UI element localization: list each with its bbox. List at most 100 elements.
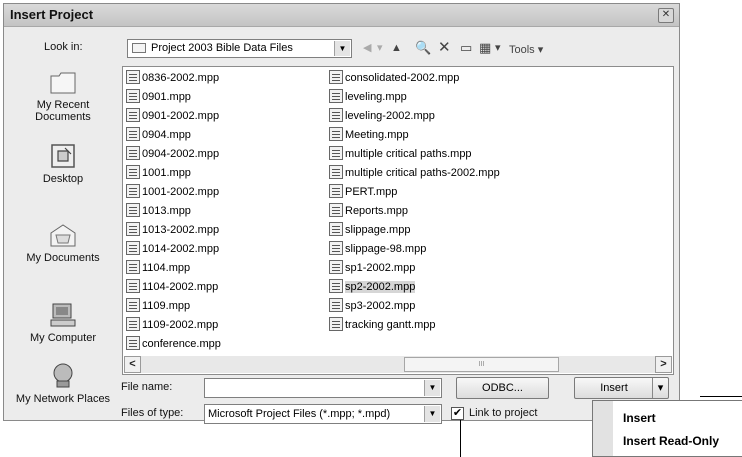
callout-line [460, 420, 461, 457]
file-item[interactable]: 1109.mpp [126, 297, 190, 316]
delete-icon[interactable]: ✕ [438, 40, 451, 56]
file-item[interactable]: 0904-2002.mpp [126, 145, 219, 164]
project-file-icon [126, 146, 140, 160]
new-folder-icon[interactable]: ▭ [460, 40, 472, 56]
callout-line [700, 396, 742, 397]
file-item[interactable]: 1109-2002.mpp [126, 316, 218, 335]
file-item[interactable]: PERT.mpp [329, 183, 397, 202]
scrollbar-thumb[interactable]: III [404, 357, 559, 372]
file-item[interactable]: slippage-98.mpp [329, 240, 426, 259]
project-file-icon [329, 279, 343, 293]
project-file-icon [126, 108, 140, 122]
network-places-icon [53, 363, 73, 388]
look-in-label: Look in: [44, 41, 83, 53]
chevron-down-icon[interactable]: ▼ [334, 41, 350, 56]
file-item[interactable]: Reports.mpp [329, 202, 408, 221]
insert-options-menu: Insert Insert Read-Only [592, 400, 742, 457]
link-to-project-checkbox[interactable]: ✔ [451, 407, 464, 420]
file-item[interactable]: leveling.mpp [329, 88, 407, 107]
file-item[interactable]: sp1-2002.mpp [329, 259, 415, 278]
scroll-left-button[interactable]: < [124, 356, 141, 373]
desktop-icon [51, 144, 75, 168]
file-item[interactable]: Meeting.mpp [329, 126, 409, 145]
insert-dropdown-arrow[interactable]: ▾ [652, 378, 668, 398]
project-file-icon [126, 184, 140, 198]
scroll-right-button[interactable]: > [655, 356, 672, 373]
place-desktop[interactable]: Desktop [13, 142, 113, 185]
places-bar: My Recent Documents Desktop My Documents… [13, 66, 113, 421]
file-item[interactable]: 0836-2002.mpp [126, 69, 219, 88]
file-item[interactable]: 0901.mpp [126, 88, 191, 107]
my-computer-icon [50, 303, 76, 327]
file-item[interactable]: 0904.mpp [126, 126, 191, 145]
my-documents-icon [50, 224, 76, 247]
project-file-icon [329, 184, 343, 198]
file-item[interactable]: 1014-2002.mpp [126, 240, 219, 259]
file-item[interactable]: multiple critical paths.mpp [329, 145, 472, 164]
project-file-icon [126, 317, 140, 331]
project-file-icon [126, 165, 140, 179]
project-file-icon [329, 241, 343, 255]
views-icon[interactable]: ▦ [479, 40, 491, 56]
menu-item-insert-read-only[interactable]: Insert Read-Only [623, 434, 719, 448]
file-item[interactable]: 1013.mpp [126, 202, 191, 221]
menu-icon-strip [593, 401, 613, 456]
file-item-selected[interactable]: sp2-2002.mpp [329, 278, 416, 297]
project-file-icon [329, 222, 343, 236]
project-file-icon [126, 260, 140, 274]
files-of-type-dropdown[interactable]: Microsoft Project Files (*.mpp; *.mpd) ▼ [204, 404, 442, 424]
file-item[interactable]: conference.mpp [126, 335, 221, 354]
project-file-icon [329, 165, 343, 179]
link-to-project-label[interactable]: Link to project [469, 407, 537, 419]
look-in-dropdown[interactable]: Project 2003 Bible Data Files ▼ [127, 39, 352, 58]
project-file-icon [126, 89, 140, 103]
file-item[interactable]: 0901-2002.mpp [126, 107, 219, 126]
horizontal-scrollbar[interactable]: < III > [124, 356, 672, 373]
insert-button-label[interactable]: Insert [575, 378, 653, 398]
project-file-icon [126, 203, 140, 217]
project-file-icon [329, 317, 343, 331]
project-file-icon [329, 108, 343, 122]
file-item[interactable]: sp3-2002.mpp [329, 297, 415, 316]
file-item[interactable]: 1001-2002.mpp [126, 183, 219, 202]
file-name-input[interactable]: ▼ [204, 378, 442, 398]
project-file-icon [126, 336, 140, 350]
back-icon[interactable]: ◀ [363, 40, 371, 56]
place-my-computer[interactable]: My Computer [13, 301, 113, 344]
odbc-button[interactable]: ODBC... [456, 377, 549, 399]
file-item[interactable]: 1013-2002.mpp [126, 221, 219, 240]
insert-split-button[interactable]: Insert ▾ [574, 377, 669, 399]
chevron-down-icon[interactable]: ▼ [424, 380, 440, 396]
recent-documents-icon [50, 72, 76, 94]
file-item[interactable]: 1001.mpp [126, 164, 191, 183]
file-item[interactable]: slippage.mpp [329, 221, 410, 240]
search-icon[interactable]: 🔍 [415, 40, 431, 56]
title-bar[interactable]: Insert Project ✕ [4, 4, 679, 27]
views-dropdown-icon[interactable]: ▾ [495, 40, 501, 56]
project-file-icon [329, 260, 343, 274]
file-item[interactable]: tracking gantt.mpp [329, 316, 436, 335]
project-file-icon [329, 298, 343, 312]
insert-project-dialog: Insert Project ✕ Look in: Project 2003 B… [3, 3, 680, 424]
file-item[interactable]: multiple critical paths-2002.mpp [329, 164, 500, 183]
place-my-network-places[interactable]: My Network Places [13, 362, 113, 405]
file-item[interactable]: 1104.mpp [126, 259, 190, 278]
project-file-icon [126, 70, 140, 84]
place-recent-documents[interactable]: My Recent Documents [13, 68, 113, 123]
project-file-icon [329, 203, 343, 217]
project-file-icon [329, 146, 343, 160]
tools-menu[interactable]: Tools ▾ [509, 42, 543, 58]
files-of-type-value: Microsoft Project Files (*.mpp; *.mpd) [208, 408, 391, 420]
place-my-documents[interactable]: My Documents [13, 221, 113, 264]
menu-item-insert[interactable]: Insert [623, 411, 656, 425]
chevron-down-icon[interactable]: ▼ [424, 406, 440, 422]
folder-icon [132, 43, 146, 53]
up-folder-icon[interactable]: ▲ [391, 40, 402, 56]
back-dropdown-icon[interactable]: ▾ [377, 40, 383, 56]
dialog-title: Insert Project [10, 7, 94, 22]
file-item[interactable]: leveling-2002.mpp [329, 107, 435, 126]
file-item[interactable]: 1104-2002.mpp [126, 278, 218, 297]
project-file-icon [126, 241, 140, 255]
close-button[interactable]: ✕ [658, 8, 674, 23]
file-item[interactable]: consolidated-2002.mpp [329, 69, 459, 88]
